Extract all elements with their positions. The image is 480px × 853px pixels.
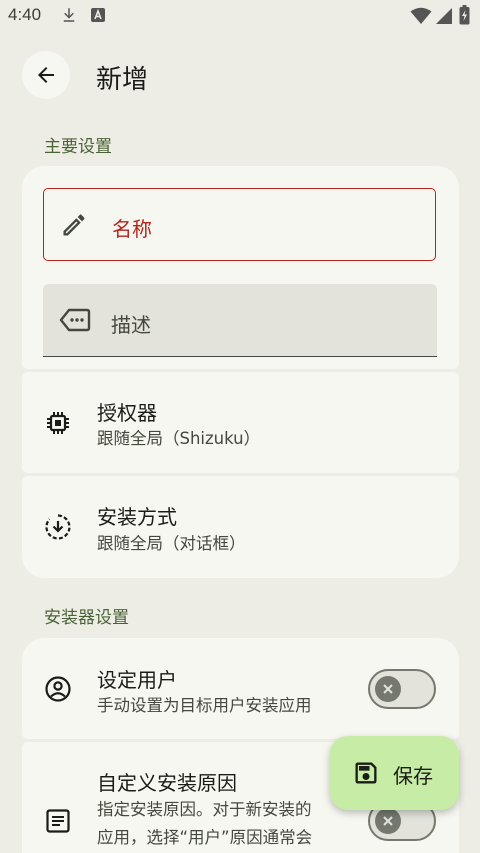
custom-reason-subtitle-1: 指定安装原因。对于新安装的 <box>97 800 312 819</box>
install-method-title: 安装方式 <box>97 505 177 529</box>
wifi-icon <box>410 7 432 29</box>
save-label: 保存 <box>393 764 433 788</box>
label-tag-icon <box>59 307 91 337</box>
description-placeholder: 描述 <box>111 313 151 337</box>
set-user-row[interactable]: 设定用户 手动设置为目标用户安装应用 <box>22 638 459 739</box>
custom-reason-subtitle-2: 应用，选择“用户”原因通常会 <box>97 828 313 847</box>
cell-signal-icon <box>435 7 453 29</box>
account-circle-icon <box>44 675 72 707</box>
status-time: 4:40 <box>8 5 42 24</box>
chip-icon <box>44 409 72 441</box>
battery-icon <box>459 5 470 29</box>
page-title: 新增 <box>96 65 149 95</box>
arrow-back-icon <box>38 67 54 83</box>
section-title-installer: 安装器设置 <box>44 608 129 628</box>
back-button[interactable] <box>22 51 70 99</box>
switch-thumb <box>375 676 401 702</box>
download-icon <box>60 6 78 28</box>
keyboard-a-icon <box>90 6 106 28</box>
top-app-bar: 新增 <box>0 44 480 108</box>
set-user-switch[interactable] <box>368 669 436 709</box>
status-bar: 4:40 <box>0 0 480 32</box>
switch-thumb <box>375 808 401 834</box>
install-method-subtitle: 跟随全局（对话框） <box>97 534 246 553</box>
custom-reason-title: 自定义安装原因 <box>97 771 237 795</box>
close-icon <box>383 684 393 694</box>
edit-pencil-icon <box>60 211 88 243</box>
name-field[interactable]: 名称 <box>43 188 436 261</box>
description-field[interactable]: 描述 <box>43 284 437 357</box>
name-placeholder: 名称 <box>112 217 152 241</box>
install-download-circle-icon <box>44 513 72 545</box>
authorizer-subtitle: 跟随全局（Shizuku） <box>97 429 261 448</box>
save-fab[interactable]: 保存 <box>330 736 459 810</box>
close-icon <box>383 816 393 826</box>
authorizer-row[interactable]: 授权器 跟随全局（Shizuku） <box>22 372 459 473</box>
set-user-title: 设定用户 <box>97 668 177 692</box>
install-method-row[interactable]: 安装方式 跟随全局（对话框） <box>22 476 459 578</box>
article-icon <box>44 807 72 839</box>
set-user-subtitle: 手动设置为目标用户安装应用 <box>97 696 312 715</box>
save-icon <box>352 759 380 791</box>
authorizer-title: 授权器 <box>97 401 157 425</box>
section-title-main: 主要设置 <box>44 137 112 157</box>
